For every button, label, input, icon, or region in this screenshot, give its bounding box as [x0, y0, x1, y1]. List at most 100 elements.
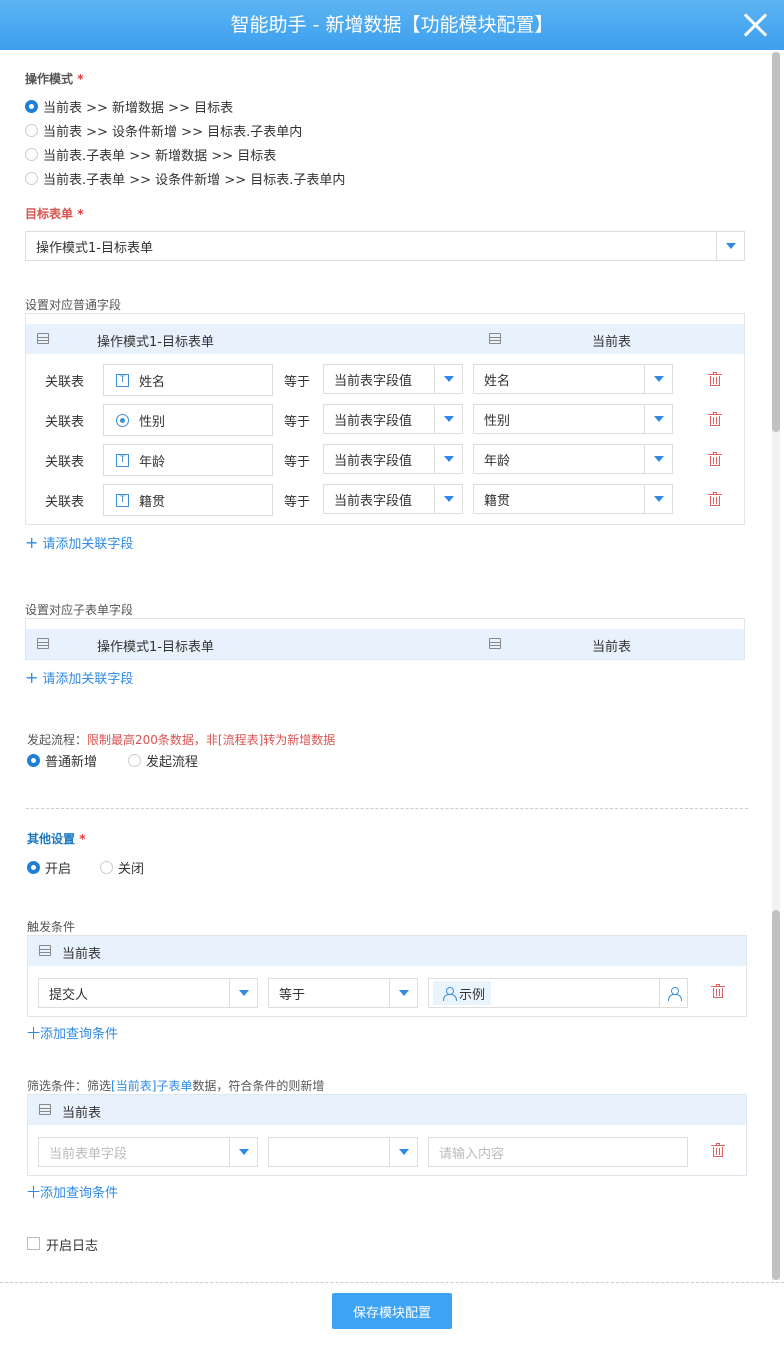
source-field-text: 性别	[484, 413, 511, 429]
filter-op-select[interactable]	[268, 1137, 418, 1167]
target-field-name: 姓名	[139, 374, 166, 390]
chevron-down-icon[interactable]	[644, 445, 672, 473]
radio-checked-icon[interactable]	[27, 754, 40, 767]
chevron-down-icon[interactable]	[434, 485, 462, 513]
delete-icon[interactable]	[708, 492, 722, 506]
trigger-op-select[interactable]: 等于	[268, 978, 418, 1008]
sub-fields-label: 设置对应子表单字段	[25, 603, 134, 617]
source-field-text: 年龄	[484, 453, 511, 469]
chevron-down-icon[interactable]	[716, 232, 744, 260]
user-icon	[443, 986, 457, 1001]
radio-checked-icon[interactable]	[27, 861, 40, 874]
target-field-name: 性别	[139, 414, 166, 430]
delete-icon[interactable]	[708, 412, 722, 426]
flow-option-label: 发起流程	[146, 755, 199, 770]
value-mode-select[interactable]: 当前表字段值	[323, 364, 463, 394]
value-mode-text: 当前表字段值	[334, 373, 413, 389]
trigger-field-select[interactable]: 提交人	[38, 978, 258, 1008]
close-icon[interactable]	[740, 10, 770, 40]
scrollbar-thumb-lower[interactable]	[772, 910, 780, 1280]
log-checkbox[interactable]	[27, 1237, 40, 1250]
required-star: *	[77, 207, 84, 221]
text-field-icon: T	[116, 373, 129, 387]
radio-icon[interactable]	[128, 754, 141, 767]
radio-icon[interactable]	[25, 148, 38, 161]
value-mode-select[interactable]: 当前表字段值	[323, 484, 463, 514]
filter-label: 筛选条件：筛选[当前表]子表单数据，符合条件的则新增	[27, 1077, 324, 1094]
save-button[interactable]: 保存模块配置	[332, 1293, 452, 1329]
other-option-on[interactable]: 开启	[27, 858, 71, 877]
other-option-label: 关闭	[118, 862, 145, 877]
radio-icon[interactable]	[25, 172, 38, 185]
mode-option-2[interactable]: 当前表 >> 设条件新增 >> 目标表.子表单内	[25, 121, 302, 140]
user-picker-icon[interactable]	[659, 979, 687, 1007]
scrollbar-thumb[interactable]	[772, 52, 780, 432]
value-mode-select[interactable]: 当前表字段值	[323, 404, 463, 434]
add-filter-condition-link[interactable]: 十添加查询条件	[27, 1182, 118, 1201]
filter-label-prefix: 筛选条件：筛选	[27, 1079, 112, 1093]
target-form-select[interactable]: 操作模式1-目标表单	[25, 231, 745, 261]
plus-icon: +	[25, 668, 39, 687]
delete-icon[interactable]	[711, 984, 725, 998]
trigger-header: 当前表	[28, 936, 746, 966]
flow-option-start[interactable]: 发起流程	[128, 751, 198, 770]
delete-icon[interactable]	[708, 372, 722, 386]
value-mode-text: 当前表字段值	[334, 413, 413, 429]
add-link-label: 请添加关联字段	[42, 672, 134, 687]
trigger-field-text: 提交人	[49, 987, 89, 1003]
flow-option-normal[interactable]: 普通新增	[27, 751, 97, 770]
text-field-icon: T	[116, 493, 129, 507]
value-mode-select[interactable]: 当前表字段值	[323, 444, 463, 474]
chevron-down-icon[interactable]	[434, 445, 462, 473]
normal-fields-header: 操作模式1-目标表单 当前表	[26, 324, 744, 354]
user-tag-label: 示例	[459, 987, 486, 1003]
delete-icon[interactable]	[711, 1143, 725, 1157]
target-field[interactable]: T 姓名	[103, 364, 273, 396]
chevron-down-icon[interactable]	[389, 1138, 417, 1166]
radio-checked-icon[interactable]	[25, 100, 38, 113]
flow-label: 发起流程：限制最高200条数据，非[流程表]转为新增数据	[27, 731, 335, 748]
operator-label: 等于	[284, 495, 311, 510]
mode-option-1[interactable]: 当前表 >> 新增数据 >> 目标表	[25, 97, 233, 116]
source-field-select[interactable]: 姓名	[473, 364, 673, 394]
radio-icon[interactable]	[25, 124, 38, 137]
plus-icon: +	[25, 533, 39, 552]
chevron-down-icon[interactable]	[434, 365, 462, 393]
normal-fields-label: 设置对应普通字段	[25, 298, 122, 312]
chevron-down-icon[interactable]	[644, 405, 672, 433]
chevron-down-icon[interactable]	[644, 365, 672, 393]
target-form-value: 操作模式1-目标表单	[36, 240, 153, 256]
filter-value-input[interactable]: 请输入内容	[428, 1137, 688, 1167]
filter-field-select[interactable]: 当前表单字段	[38, 1137, 258, 1167]
value-mode-text: 当前表字段值	[334, 453, 413, 469]
table-icon	[37, 333, 49, 344]
add-trigger-condition-link[interactable]: 十添加查询条件	[27, 1023, 118, 1042]
target-field[interactable]: 性别	[103, 404, 273, 436]
target-field[interactable]: T 年龄	[103, 444, 273, 476]
other-option-off[interactable]: 关闭	[100, 858, 144, 877]
mode-option-4[interactable]: 当前表.子表单 >> 设条件新增 >> 目标表.子表单内	[25, 169, 345, 188]
user-tag[interactable]: 示例	[433, 981, 492, 1005]
chevron-down-icon[interactable]	[644, 485, 672, 513]
source-field-select[interactable]: 籍贯	[473, 484, 673, 514]
chevron-down-icon[interactable]	[389, 979, 417, 1007]
filter-head-label: 当前表	[62, 1106, 102, 1121]
add-sub-field-link[interactable]: + 请添加关联字段	[25, 668, 133, 687]
trigger-label: 触发条件	[27, 920, 76, 934]
chevron-down-icon[interactable]	[434, 405, 462, 433]
source-field-select[interactable]: 年龄	[473, 444, 673, 474]
source-field-select[interactable]: 性别	[473, 404, 673, 434]
delete-icon[interactable]	[708, 452, 722, 466]
chevron-down-icon[interactable]	[229, 1138, 257, 1166]
mode-option-3[interactable]: 当前表.子表单 >> 新增数据 >> 目标表	[25, 145, 276, 164]
add-normal-field-link[interactable]: + 请添加关联字段	[25, 533, 133, 552]
target-field[interactable]: T 籍贯	[103, 484, 273, 516]
radio-field-icon	[116, 413, 129, 427]
header-current-form: 当前表	[592, 640, 632, 655]
trigger-user-picker[interactable]: 示例	[428, 978, 688, 1008]
chevron-down-icon[interactable]	[229, 979, 257, 1007]
scrollbar[interactable]	[772, 52, 780, 1280]
radio-icon[interactable]	[100, 861, 113, 874]
row-relation-label: 关联表	[45, 495, 85, 510]
text-field-icon: T	[116, 453, 129, 467]
